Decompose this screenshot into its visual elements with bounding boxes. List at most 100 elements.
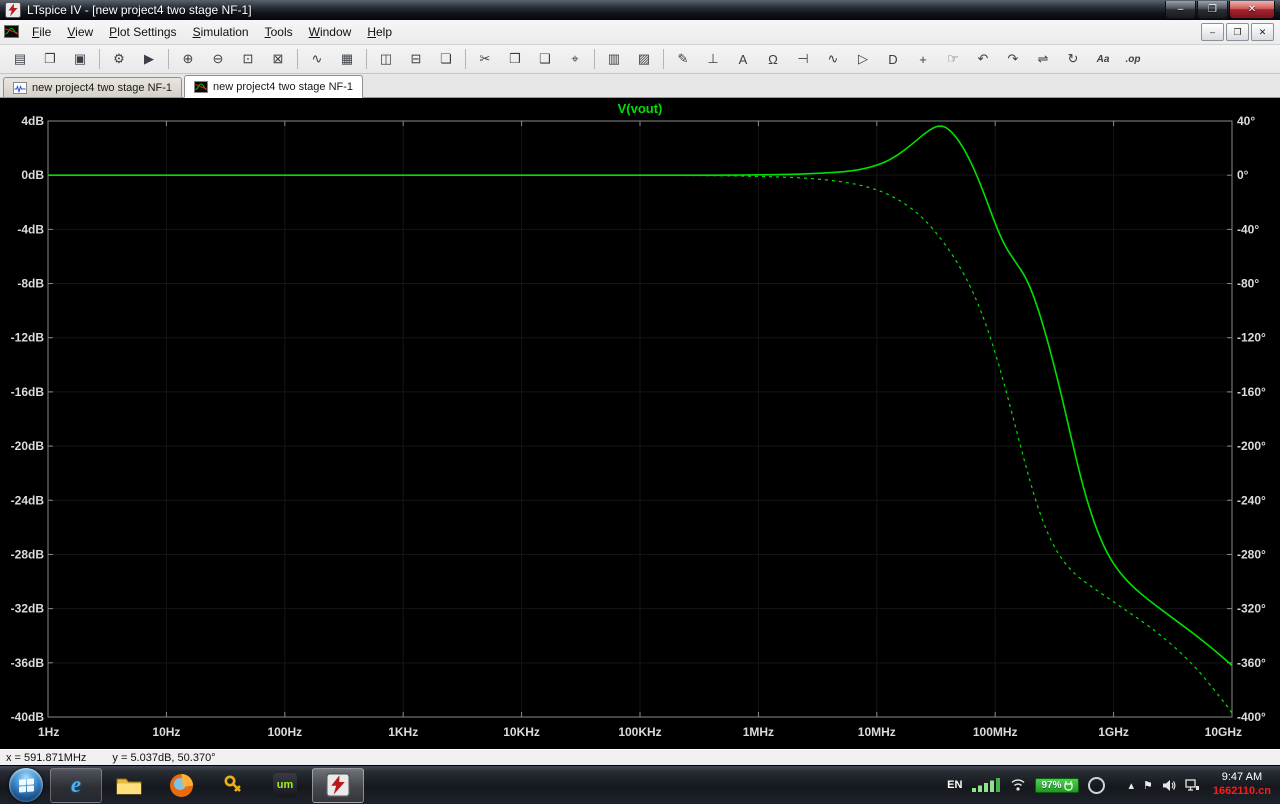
taskbar-um-player-button[interactable]: um [260,769,310,802]
diode-button[interactable]: ▷ [849,47,877,71]
menu-plot-settings[interactable]: Plot Settings [101,22,184,42]
watermark-text: 1662110.cn [1213,785,1271,799]
mdi-close-button[interactable]: ✕ [1251,23,1274,41]
signal-bars-icon[interactable] [971,777,1001,793]
toolbar-separator [663,49,664,69]
menu-help[interactable]: Help [359,22,400,42]
maximize-button[interactable]: ❐ [1197,1,1228,19]
toolbar-separator [297,49,298,69]
toolbar-separator [168,49,169,69]
y-left-tick-label: -4dB [17,222,44,236]
y-right-tick-label: -400° [1237,710,1266,724]
yellow-key-icon [222,774,244,796]
inductor-button[interactable]: ∿ [819,47,847,71]
print-button[interactable]: ▥ [600,47,628,71]
clock-time: 9:47 AM [1222,771,1262,785]
tile-horizontal-button[interactable]: ⊟ [402,47,430,71]
x-tick-label: 1Hz [38,725,59,739]
tile-vertical-button[interactable]: ◫ [372,47,400,71]
mirror-button[interactable]: ⇌ [1029,47,1057,71]
print-preview-button[interactable]: ▨ [630,47,658,71]
drag-button[interactable]: ☞ [939,47,967,71]
cut-button[interactable]: ✂ [471,47,499,71]
plot-title: V(vout) [618,101,663,116]
toolbar-separator [594,49,595,69]
menu-simulation[interactable]: Simulation [185,22,257,42]
component-button[interactable]: D [879,47,907,71]
x-tick-label: 100Hz [267,725,302,739]
zoom-back-button[interactable]: ⊠ [264,47,292,71]
y-right-tick-label: -80° [1237,277,1259,291]
grid-button[interactable]: ▦ [333,47,361,71]
copy-button[interactable]: ❒ [501,47,529,71]
mdi-restore-button[interactable]: ❐ [1226,23,1249,41]
minimize-button[interactable]: – [1165,1,1196,19]
taskbar-key-tool-button[interactable] [208,769,258,802]
taskbar-firefox-button[interactable] [156,769,206,802]
menu-window[interactable]: Window [301,22,360,42]
tab-waveform[interactable]: new project4 two stage NF-1 [184,75,363,98]
zoom-in-button[interactable]: ⊕ [174,47,202,71]
resistor-button[interactable]: Ω [759,47,787,71]
zoom-out-button[interactable]: ⊖ [204,47,232,71]
hidden-icons-chevron[interactable]: ▴ [1128,779,1134,792]
y-right-tick-label: -40° [1237,222,1259,236]
autorange-button[interactable]: ∿ [303,47,331,71]
tab-label: new project4 two stage NF-1 [32,82,172,94]
taskbar-explorer-button[interactable] [104,769,154,802]
y-right-tick-label: 40° [1237,114,1255,128]
y-left-tick-label: -24dB [11,493,45,507]
new-schematic-button[interactable]: ▤ [6,47,34,71]
ltspice-window: LTspice IV - [new project4 two stage NF-… [0,0,1280,800]
close-button[interactable]: ✕ [1229,1,1275,19]
draw-wire-button[interactable]: ✎ [669,47,697,71]
capacitor-button[interactable]: ⊣ [789,47,817,71]
system-tray: EN 97% ▴ ⚑ 9:47 AM 1662110.cn [947,771,1277,799]
y-left-tick-label: -40dB [11,710,45,724]
x-tick-label: 1KHz [388,725,418,739]
open-button[interactable]: ❐ [36,47,64,71]
paste-button[interactable]: ❑ [531,47,559,71]
clock[interactable]: 9:47 AM 1662110.cn [1213,771,1271,799]
mdi-minimize-button[interactable]: – [1201,23,1224,41]
mdi-window-controls: – ❐ ✕ [1201,23,1276,41]
y-right-tick-label: -240° [1237,493,1266,507]
y-left-tick-label: -12dB [11,331,45,345]
windows-flag-icon [19,778,34,792]
menu-tools[interactable]: Tools [257,22,301,42]
redo-button[interactable]: ↷ [999,47,1027,71]
run-button[interactable]: ▶ [135,47,163,71]
volume-icon[interactable] [1162,779,1176,792]
ground-button[interactable]: ⊥ [699,47,727,71]
tab-schematic[interactable]: new project4 two stage NF-1 [3,77,182,97]
x-tick-label: 10GHz [1205,725,1242,739]
y-left-tick-label: -36dB [11,656,45,670]
y-right-tick-label: -320° [1237,602,1266,616]
net-label-button[interactable]: A [729,47,757,71]
action-center-flag-icon[interactable]: ⚑ [1143,779,1153,792]
taskbar-internet-explorer-button[interactable]: e [50,768,102,803]
taskbar-ltspice-button[interactable] [312,768,364,803]
start-button[interactable] [9,768,43,802]
tray-status-icon[interactable] [1088,777,1105,794]
undo-button[interactable]: ↶ [969,47,997,71]
spice-directive-button[interactable]: .op [1119,47,1147,71]
menu-file[interactable]: File [24,22,59,42]
language-indicator[interactable]: EN [947,779,962,791]
zoom-full-extents-button[interactable]: ⊡ [234,47,262,71]
control-panel-button[interactable]: ⚙ [105,47,133,71]
battery-indicator[interactable]: 97% [1035,778,1079,793]
save-button[interactable]: ▣ [66,47,94,71]
move-button[interactable]: + [909,47,937,71]
cascade-button[interactable]: ❏ [432,47,460,71]
x-tick-label: 100MHz [973,725,1018,739]
y-left-tick-label: 4dB [21,114,44,128]
menu-view[interactable]: View [59,22,101,42]
text-button[interactable]: Aa [1089,47,1117,71]
rotate-button[interactable]: ↻ [1059,47,1087,71]
find-button[interactable]: ⌖ [561,47,589,71]
x-tick-label: 10MHz [858,725,896,739]
waveform-pane[interactable]: V(vout)4dB0dB-4dB-8dB-12dB-16dB-20dB-24d… [0,98,1280,749]
network-icon[interactable] [1185,779,1200,792]
wireless-icon[interactable] [1010,777,1026,793]
